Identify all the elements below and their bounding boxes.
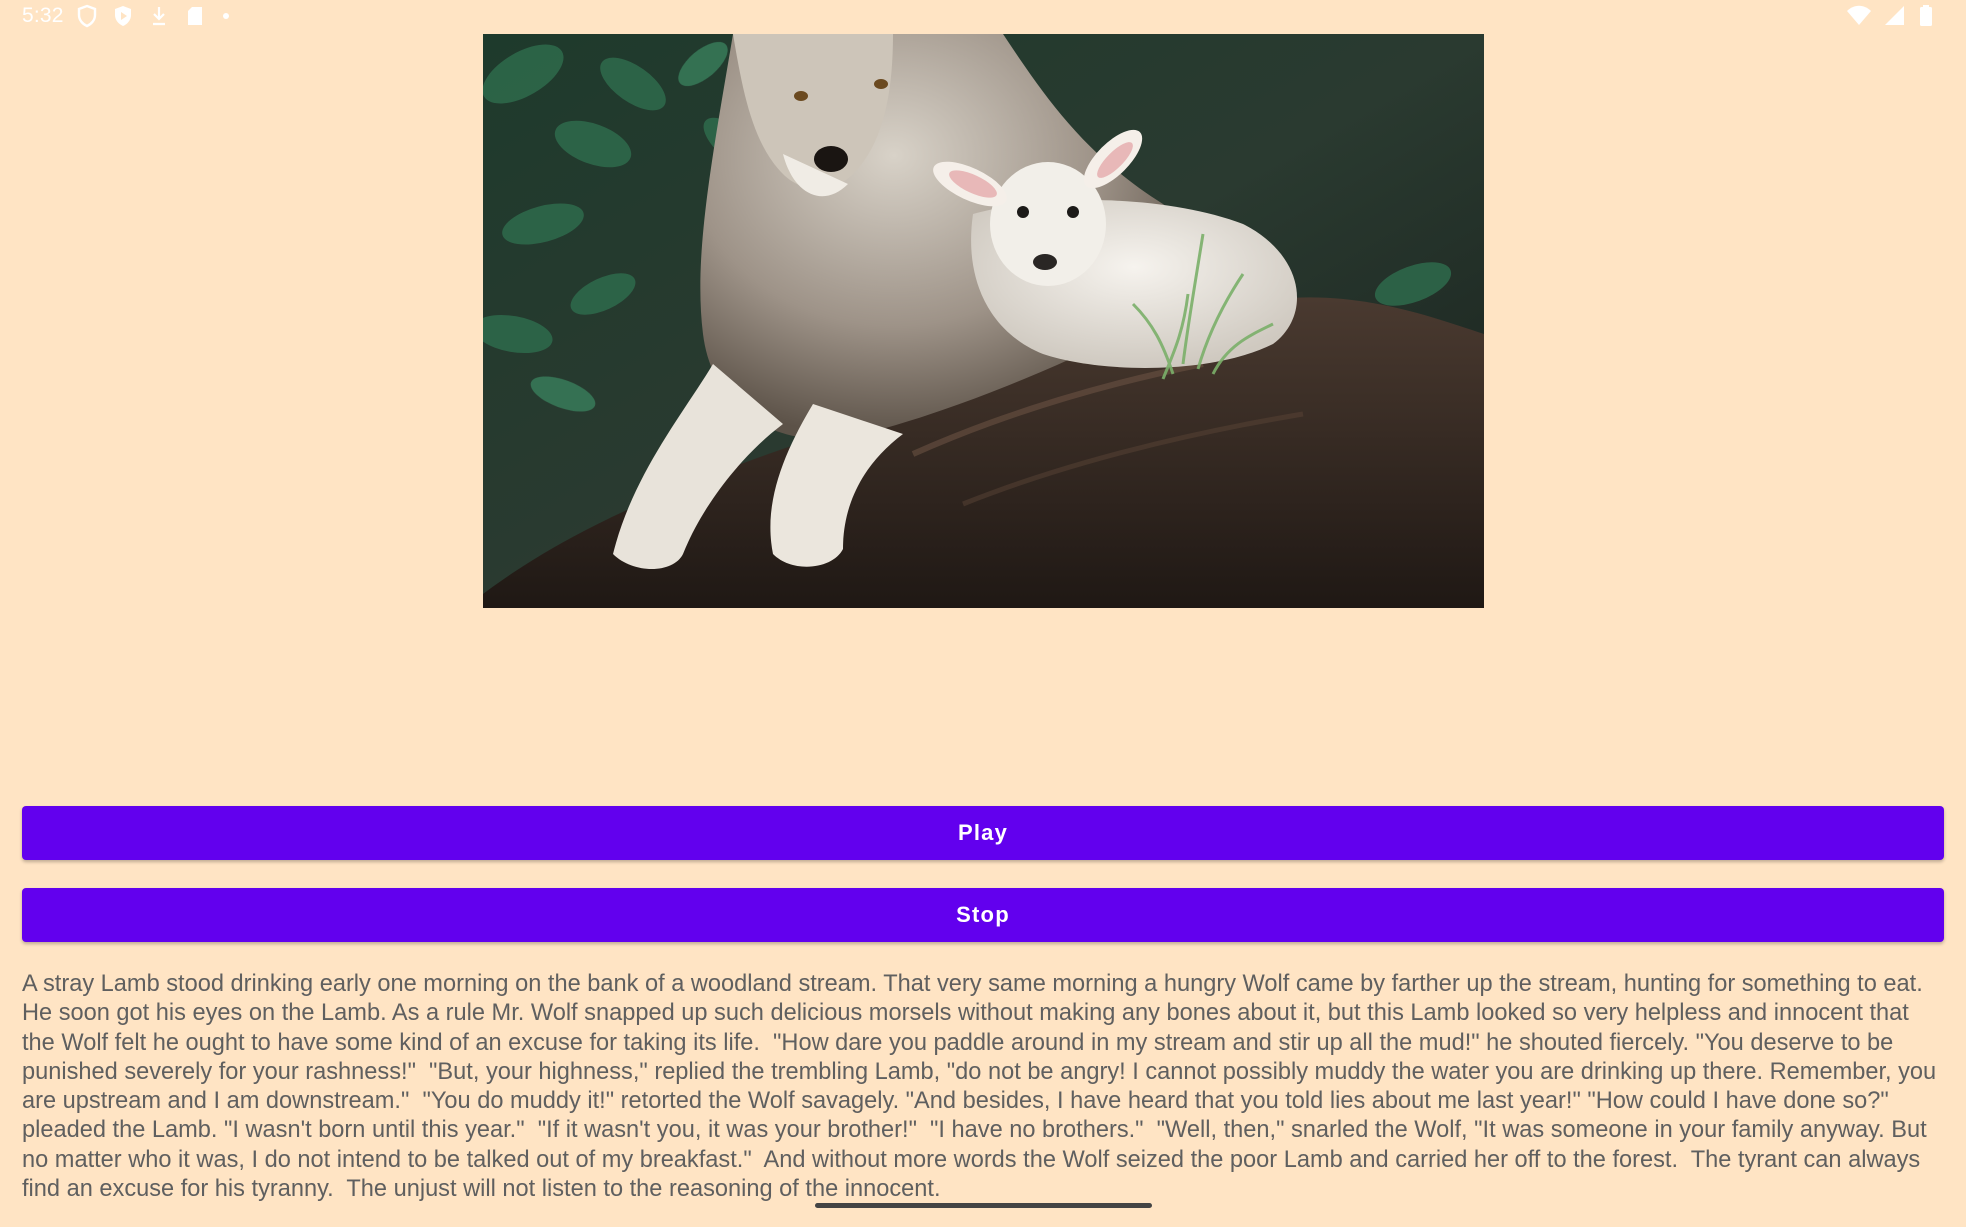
status-time: 5:32 — [22, 4, 64, 27]
wifi-icon — [1846, 4, 1872, 28]
play-button[interactable]: Play — [22, 806, 1944, 860]
shield-icon — [76, 4, 100, 28]
play-protect-icon — [112, 4, 136, 28]
wolf-and-lamb-image — [483, 34, 1484, 608]
status-left: 5:32 — [22, 4, 244, 28]
stop-button[interactable]: Stop — [22, 888, 1944, 942]
dot-icon — [220, 4, 244, 28]
story-text: A stray Lamb stood drinking early one mo… — [22, 971, 1943, 1203]
download-icon — [148, 4, 172, 28]
battery-icon — [1918, 4, 1944, 28]
status-right — [1846, 4, 1944, 28]
cell-signal-icon — [1882, 4, 1908, 28]
status-bar: 5:32 — [0, 0, 1966, 32]
gesture-nav-bar[interactable] — [815, 1203, 1152, 1208]
sd-card-icon — [184, 4, 208, 28]
